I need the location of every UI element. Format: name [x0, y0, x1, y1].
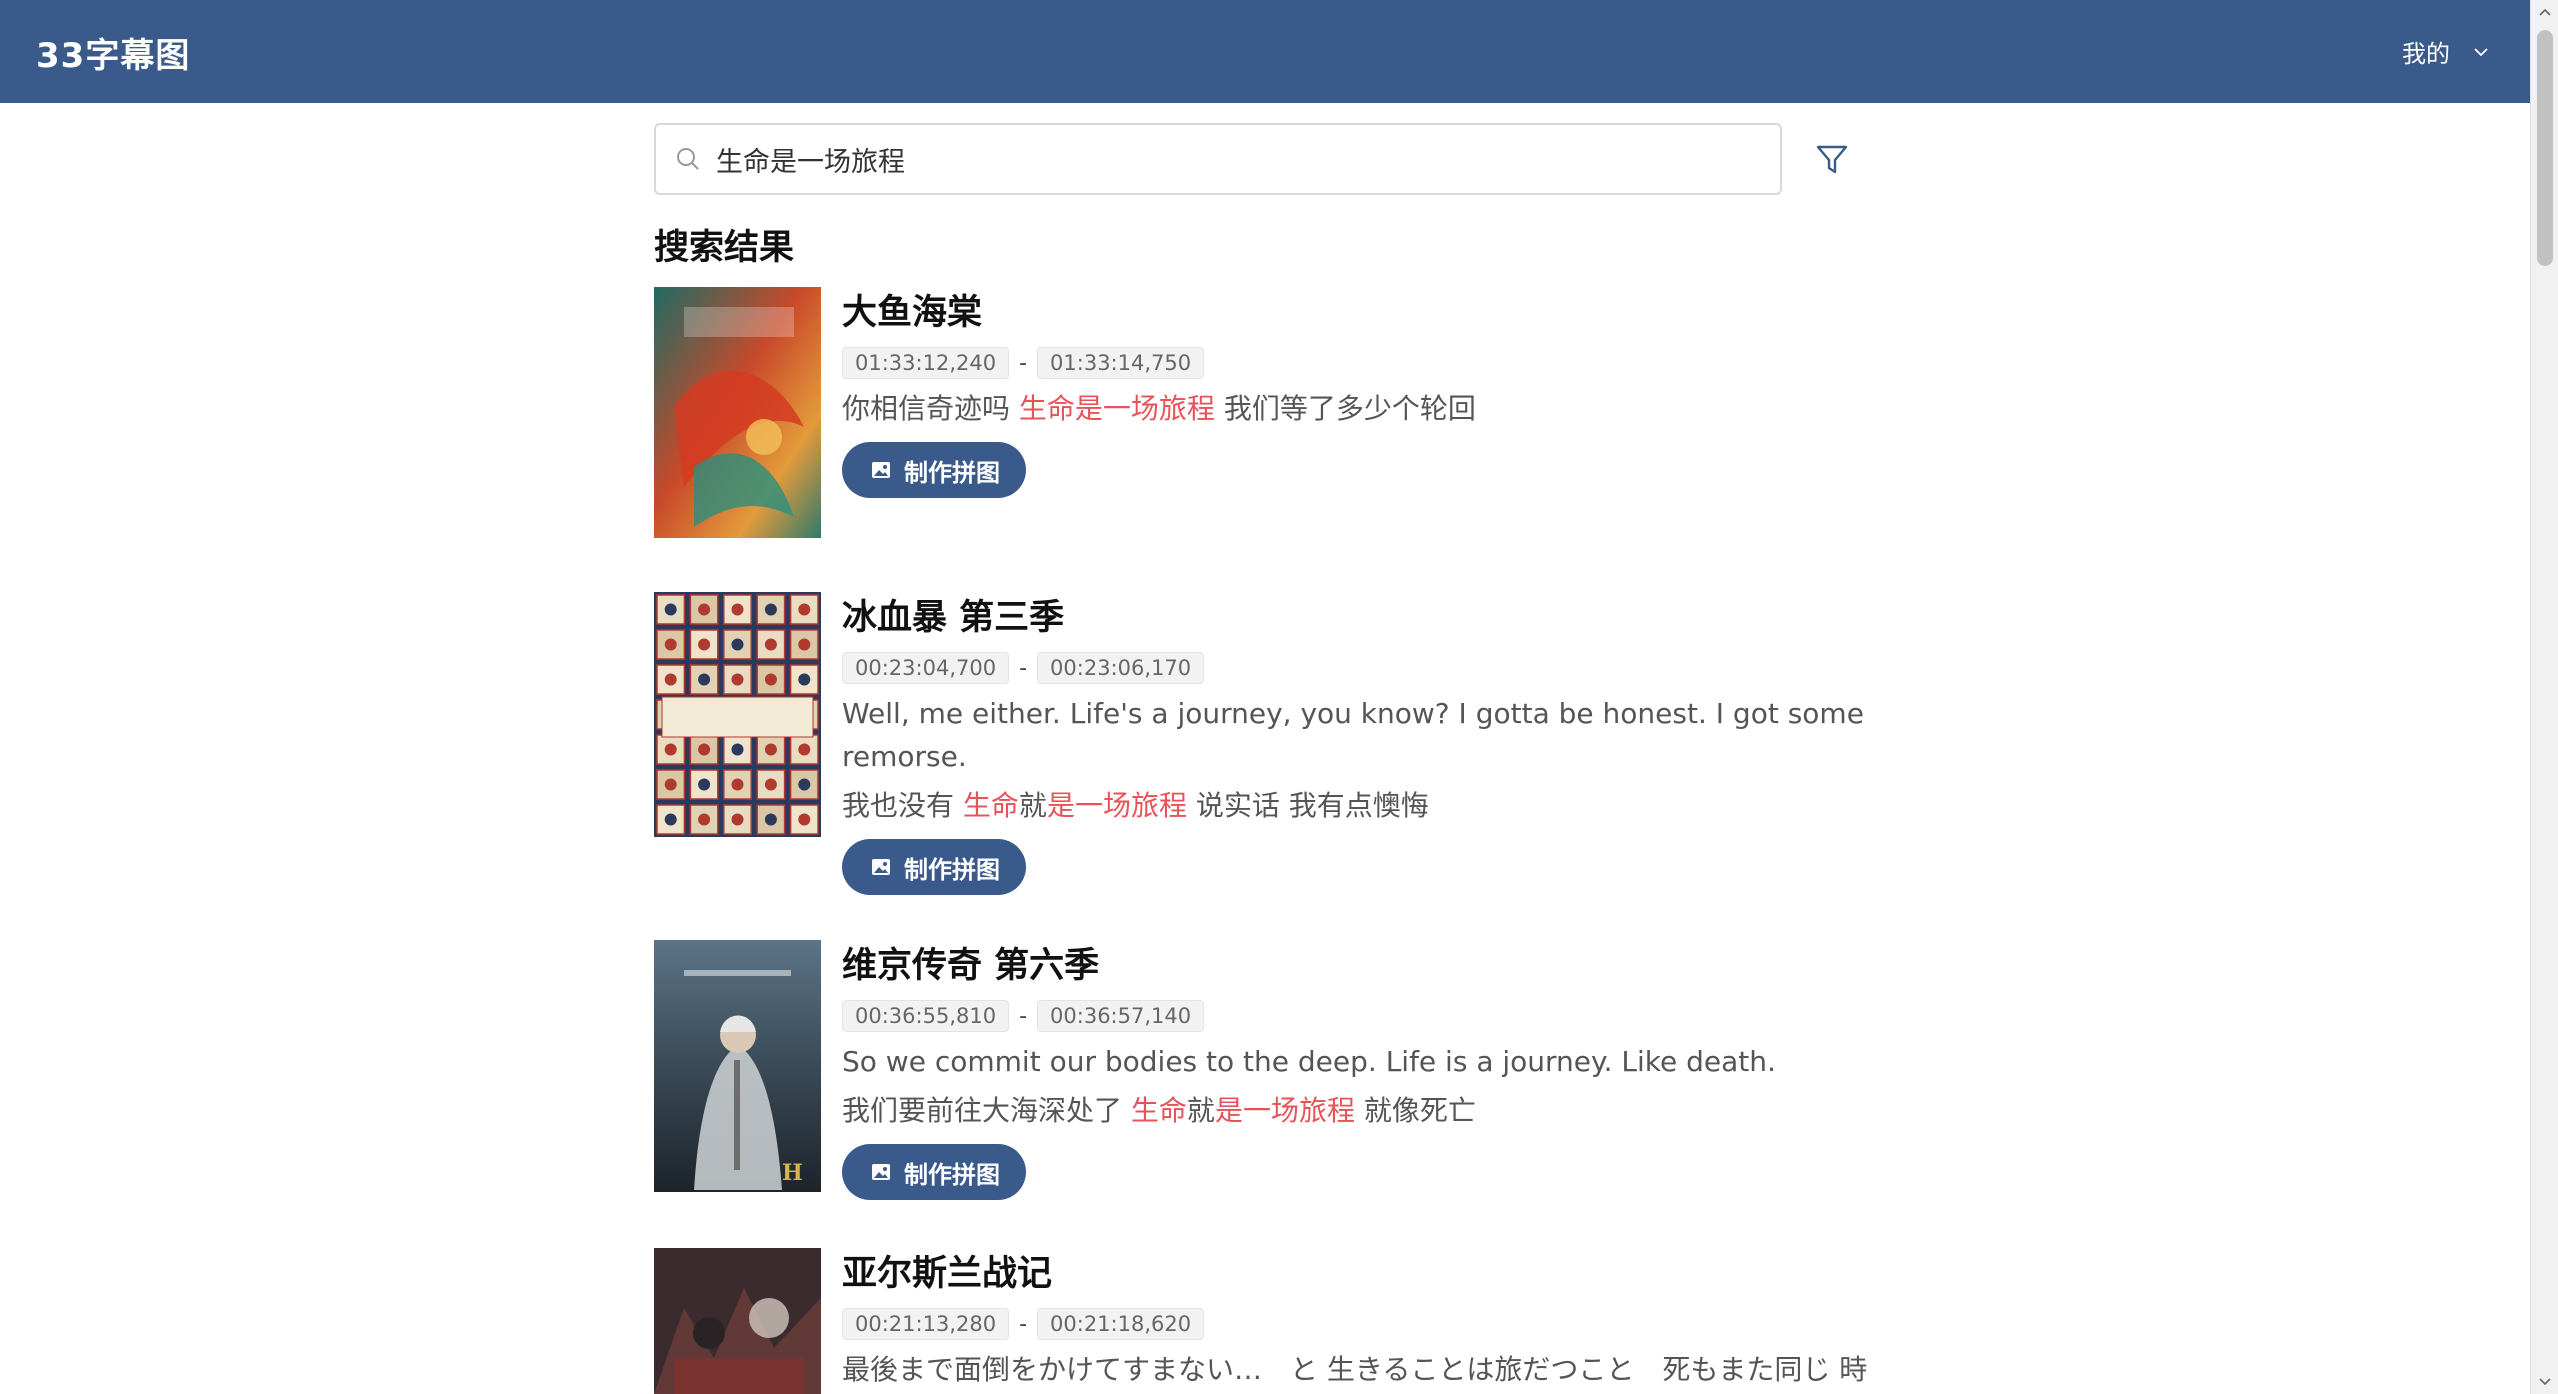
highlighted-match: 生命是一场旅程 — [1018, 392, 1215, 425]
make-collage-button[interactable]: 制作拼图 — [842, 839, 1026, 895]
subtitle-line-english: So we commit our bodies to the deep. Lif… — [842, 1040, 1882, 1083]
subtitle-text: 你相信奇迹吗 — [842, 392, 1019, 425]
highlighted-match: 生命 — [1130, 1094, 1187, 1127]
subtitle-text: 就 — [1186, 1094, 1215, 1127]
subtitle-line: 你相信奇迹吗 生命是一场旅程 我们等了多少个轮回 — [842, 387, 1882, 430]
subtitle-text: 就像死亡 — [1354, 1094, 1476, 1127]
subtitle-text: 说实话 我有点懊悔 — [1186, 789, 1429, 822]
search-icon — [677, 148, 699, 170]
make-collage-button[interactable]: 制作拼图 — [842, 1144, 1026, 1200]
subtitle-text: 我们要前往大海深处了 — [842, 1094, 1131, 1127]
result-title[interactable]: 大鱼海棠 — [842, 287, 1882, 339]
svg-text:H: H — [782, 1160, 803, 1186]
result-title[interactable]: 维京传奇 第六季 — [842, 940, 1882, 992]
end-time-tag: 00:23:06,170 — [1037, 652, 1205, 684]
end-time-tag: 00:36:57,140 — [1037, 1000, 1205, 1032]
subtitle-text: 我也没有 — [842, 789, 963, 822]
timestamp-range: 01:33:12,240 - 01:33:14,750 — [842, 345, 1882, 381]
top-navbar: 33字幕图 我的 — [0, 0, 2530, 103]
start-time-tag: 01:33:12,240 — [842, 347, 1010, 379]
subtitle-line-chinese: 我们要前往大海深处了 生命就是一场旅程 就像死亡 — [842, 1089, 1882, 1132]
subtitle-text: 我们等了多少个轮回 — [1214, 392, 1476, 425]
timestamp-range: 00:23:04,700 - 00:23:06,170 — [842, 650, 1882, 686]
start-time-tag: 00:21:13,280 — [842, 1308, 1010, 1340]
poster-image[interactable] — [654, 1248, 821, 1394]
time-separator: - — [1019, 350, 1028, 376]
timestamp-range: 00:36:55,810 - 00:36:57,140 — [842, 998, 1882, 1034]
image-icon — [872, 1164, 890, 1180]
highlighted-match: 生命 — [962, 789, 1019, 822]
search-box[interactable] — [654, 123, 1782, 195]
subtitle-text: So we commit our bodies to the deep. Lif… — [842, 1045, 1776, 1078]
user-menu[interactable]: 我的 — [2402, 34, 2490, 69]
results-heading: 搜索结果 — [654, 228, 795, 268]
poster-image[interactable] — [654, 592, 821, 837]
scroll-up-arrow[interactable] — [2531, 0, 2558, 24]
make-collage-label: 制作拼图 — [904, 458, 1000, 487]
subtitle-text: Well, me either. Life's a journey, you k… — [842, 697, 1864, 773]
user-menu-label: 我的 — [2402, 40, 2450, 68]
scroll-thumb[interactable] — [2537, 30, 2553, 266]
scroll-down-arrow[interactable] — [2531, 1370, 2558, 1394]
start-time-tag: 00:23:04,700 — [842, 652, 1010, 684]
subtitle-line-english: Well, me either. Life's a journey, you k… — [842, 692, 1882, 778]
make-collage-label: 制作拼图 — [904, 855, 1000, 884]
time-separator: - — [1019, 655, 1028, 681]
highlighted-match: 是一场旅程 — [1214, 1094, 1355, 1127]
end-time-tag: 01:33:14,750 — [1037, 347, 1205, 379]
subtitle-text: 就 — [1018, 789, 1047, 822]
site-logo[interactable]: 33字幕图 — [36, 28, 190, 77]
result-title[interactable]: 亚尔斯兰战记 — [842, 1248, 1882, 1300]
make-collage-label: 制作拼图 — [904, 1160, 1000, 1189]
poster-image[interactable]: H — [654, 940, 821, 1192]
page-scrollbar[interactable] — [2530, 0, 2558, 1394]
time-separator: - — [1019, 1003, 1028, 1029]
timestamp-range: 00:21:13,280 - 00:21:18,620 — [842, 1306, 1882, 1342]
subtitle-line-chinese: 我也没有 生命就是一场旅程 说实话 我有点懊悔 — [842, 784, 1882, 827]
time-separator: - — [1019, 1311, 1028, 1337]
poster-image[interactable] — [654, 287, 821, 538]
highlighted-match: 是一场旅程 — [1046, 789, 1187, 822]
subtitle-text: 最後まで面倒をかけてすまない… と 生きることは旅だつこと 死もまた同じ 時 — [842, 1353, 1868, 1386]
image-icon — [872, 859, 890, 875]
chevron-down-icon — [2474, 47, 2488, 56]
end-time-tag: 00:21:18,620 — [1037, 1308, 1205, 1340]
start-time-tag: 00:36:55,810 — [842, 1000, 1010, 1032]
image-icon — [872, 462, 890, 478]
result-title[interactable]: 冰血暴 第三季 — [842, 592, 1882, 644]
search-input[interactable] — [716, 143, 1756, 175]
subtitle-line-japanese: 最後まで面倒をかけてすまない… と 生きることは旅だつこと 死もまた同じ 時 — [842, 1348, 1882, 1391]
make-collage-button[interactable]: 制作拼图 — [842, 442, 1026, 498]
filter-icon[interactable] — [1814, 142, 1850, 178]
